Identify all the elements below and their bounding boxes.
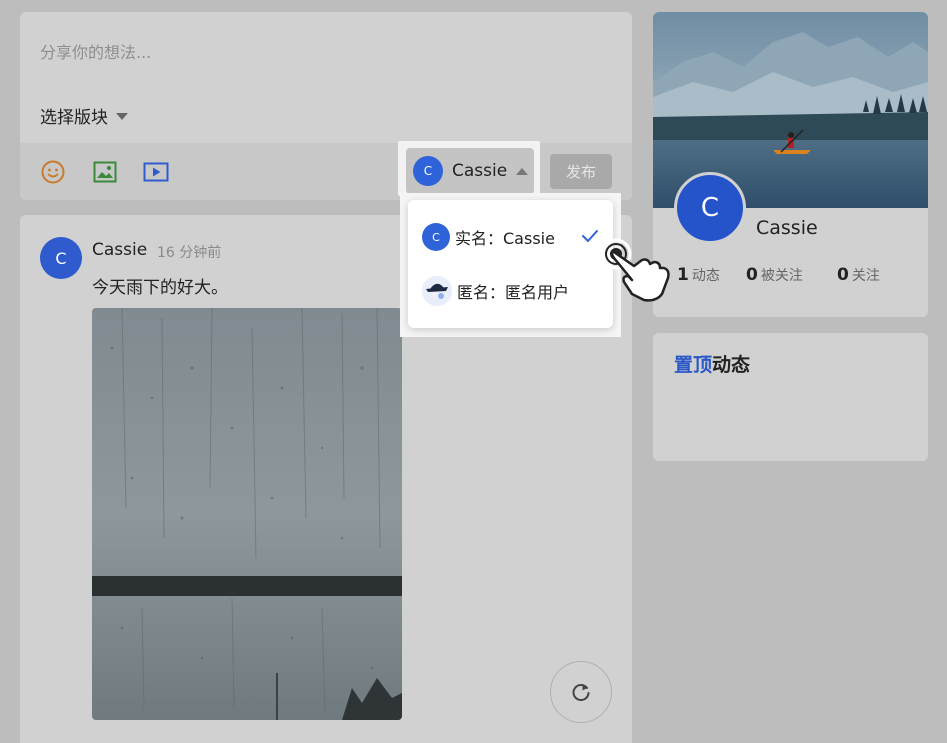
stat-label: 动态	[691, 268, 720, 284]
avatar: C	[422, 223, 450, 251]
section-select-label: 选择版块	[40, 108, 108, 128]
composer-toolbar	[20, 143, 632, 200]
composer-input[interactable]: 分享你的想法...	[40, 39, 151, 63]
video-icon[interactable]	[143, 159, 169, 185]
stat-value: 0	[837, 265, 849, 285]
identity-option-real[interactable]: C 实名：Cassie	[408, 210, 613, 264]
stat-value: 0	[746, 265, 758, 285]
identity-name: Cassie	[452, 161, 508, 181]
post-image[interactable]	[92, 308, 402, 720]
avatar[interactable]: C	[40, 237, 82, 279]
identity-option-label: 实名：Cassie	[455, 229, 555, 248]
profile-avatar[interactable]: C	[674, 172, 746, 244]
refresh-button[interactable]	[550, 661, 612, 723]
identity-option-anonymous[interactable]: 匿名：匿名用户	[408, 264, 613, 318]
chevron-up-icon	[516, 167, 529, 175]
refresh-icon	[572, 684, 590, 702]
publish-button[interactable]: 发布	[550, 154, 612, 189]
identity-select[interactable]: C Cassie	[406, 148, 534, 194]
stat-followers[interactable]: 0 被关注	[746, 265, 803, 285]
anonymous-avatar-icon	[422, 276, 452, 306]
post-composer: 分享你的想法... 选择版块	[20, 12, 632, 200]
profile-name[interactable]: Cassie	[756, 217, 818, 239]
stat-label: 关注	[851, 268, 880, 284]
stat-label: 被关注	[760, 268, 803, 284]
hand-pointer-icon	[596, 234, 676, 304]
section-select[interactable]: 选择版块	[40, 103, 128, 128]
stat-value: 1	[677, 265, 689, 285]
identity-dropdown: C 实名：Cassie 匿名：匿名用户	[408, 200, 613, 328]
image-icon[interactable]	[92, 159, 118, 185]
stat-following[interactable]: 0 关注	[837, 265, 880, 285]
post-author[interactable]: Cassie	[92, 240, 147, 260]
emoji-icon[interactable]	[40, 159, 66, 185]
post-time: 16 分钟前	[157, 245, 222, 261]
chevron-down-icon	[116, 113, 128, 120]
avatar: C	[413, 156, 443, 186]
post-text: 今天雨下的好大。	[92, 278, 228, 298]
pinned-title: 置顶动态	[674, 350, 750, 377]
stat-posts[interactable]: 1 动态	[677, 265, 720, 285]
pinned-card: 置顶动态	[653, 333, 928, 461]
profile-card: C Cassie 1 动态 0 被关注 0 关注	[653, 12, 928, 317]
identity-option-label: 匿名：匿名用户	[457, 283, 570, 302]
pinned-title-rest: 动态	[712, 354, 751, 376]
pinned-title-highlight: 置顶	[674, 354, 713, 376]
